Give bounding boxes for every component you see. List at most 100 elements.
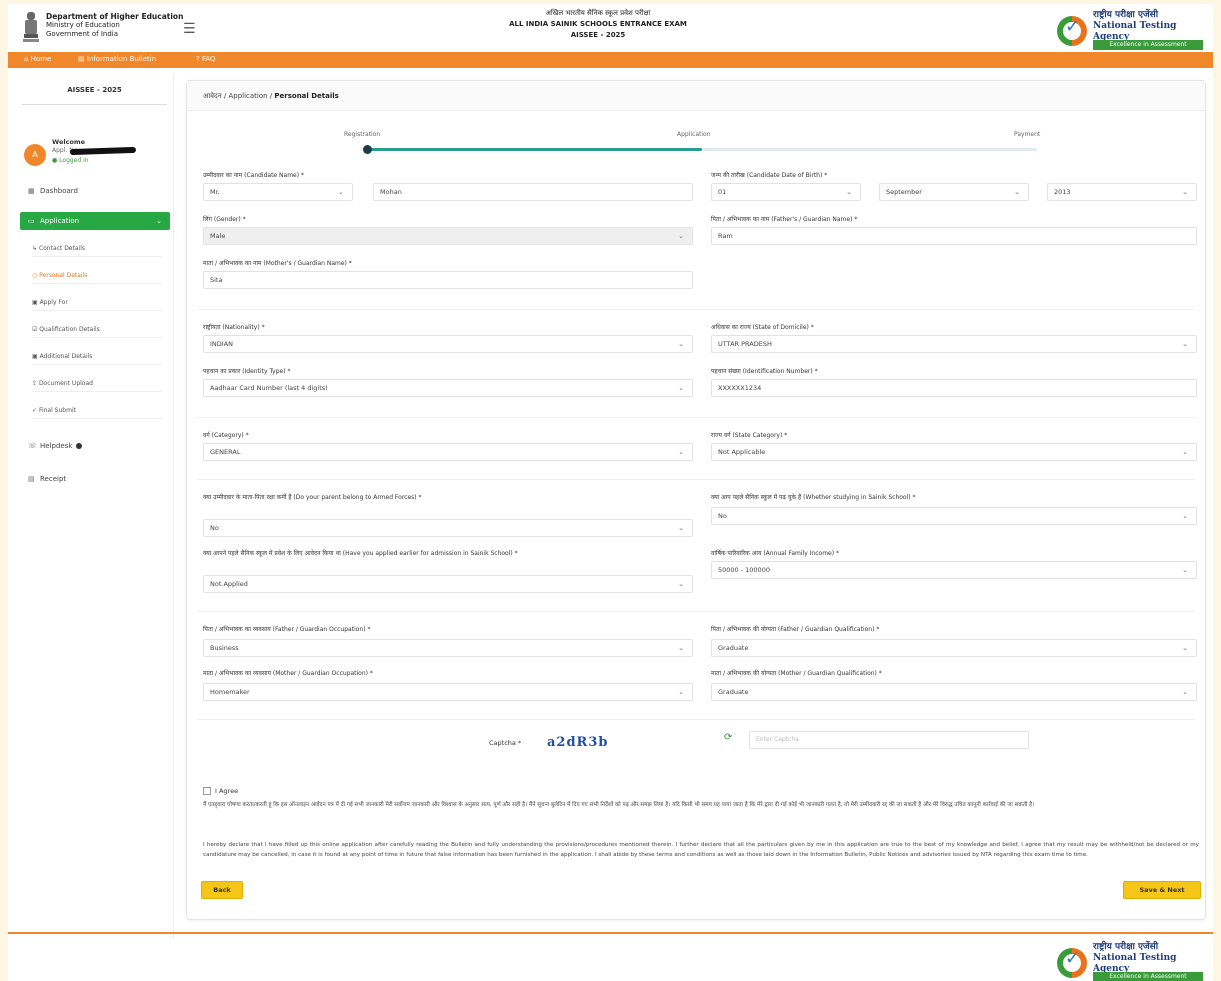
main-card: आवेदन / Application / Personal Details R…: [186, 80, 1206, 920]
back-button[interactable]: Back: [201, 881, 243, 899]
candidate-name-input[interactable]: Mohan: [373, 183, 693, 201]
sidebar: AISSEE - 2025 A Welcome Appl. No. ● Logg…: [14, 74, 174, 939]
page-frame: Department of Higher Education Ministry …: [8, 4, 1213, 981]
dob-month-select[interactable]: September ⌄: [879, 183, 1029, 201]
progress-stepper: Registration Application Payment: [344, 131, 1040, 161]
step-dot: [363, 145, 372, 154]
id-type-select[interactable]: Aadhaar Card Number (last 4 digits) ⌄: [203, 379, 693, 397]
candidate-name-label: उम्मीदवार का नाम (Candidate Name) *: [203, 172, 304, 179]
section-divider: [197, 611, 1195, 612]
gender-value: Male: [210, 232, 226, 240]
earlier-school-select[interactable]: No ⌄: [711, 507, 1197, 525]
sidebar-item-dashboard-label: Dashboard: [40, 187, 78, 195]
mother-qualification-value: Graduate: [718, 688, 749, 696]
father-name-input[interactable]: Ram: [711, 227, 1197, 245]
gender-select[interactable]: Male ⌄: [203, 227, 693, 245]
breadcrumb-prefix: आवेदन / Application /: [203, 92, 275, 100]
captcha-input[interactable]: Enter Captcha: [749, 731, 1029, 749]
dob-day-select[interactable]: 01 ⌄: [711, 183, 861, 201]
father-occupation-label: पिता / अभिभावक का व्यवसाय (Father / Guar…: [203, 626, 371, 633]
nav-info-bulletin[interactable]: ▤ Information Bulletin: [78, 55, 156, 63]
chevron-down-icon: ⌄: [1182, 448, 1188, 456]
nav-home-label: Home: [30, 55, 52, 63]
mother-occupation-select[interactable]: Homemaker ⌄: [203, 683, 693, 701]
chevron-down-icon: ⌄: [678, 524, 684, 532]
agree-checkbox-row[interactable]: I Agree: [203, 787, 238, 795]
salutation-select[interactable]: Mr. ⌄: [203, 183, 353, 201]
nationality-label: राष्ट्रीयता (Nationality) *: [203, 324, 265, 331]
user-name: Welcome: [52, 138, 86, 146]
state-category-select[interactable]: Not Applicable ⌄: [711, 443, 1197, 461]
domicile-value: UTTAR PRADESH: [718, 340, 772, 348]
nav-home[interactable]: ⌂ Home: [24, 55, 51, 63]
sidebar-item-dashboard[interactable]: ▦ Dashboard: [20, 182, 170, 200]
section-divider: [197, 479, 1195, 480]
user-status: ● Logged in: [52, 157, 89, 164]
sidebar-sub-additional[interactable]: ▣ Additional Details: [32, 350, 162, 365]
defence-select[interactable]: No ⌄: [203, 519, 693, 537]
breadcrumb-current: Personal Details: [274, 92, 339, 100]
sidebar-sub-apply[interactable]: ▣ Apply For: [32, 296, 162, 311]
chevron-down-icon: ⌄: [678, 448, 684, 456]
dob-month-value: September: [886, 188, 922, 196]
chevron-down-icon: ⌄: [1182, 644, 1188, 652]
sidebar-sub-final[interactable]: ✓ Final Submit: [32, 404, 162, 419]
admission-select[interactable]: Not Applied ⌄: [203, 575, 693, 593]
footer-nta-hindi: राष्ट्रीय परीक्षा एजेंसी: [1093, 942, 1159, 952]
category-select[interactable]: GENERAL ⌄: [203, 443, 693, 461]
footer-divider: [8, 932, 1213, 934]
state-category-label: राज्य वर्ग (State Category) *: [711, 432, 788, 439]
sidebar-item-application[interactable]: ▭ Application ⌄: [20, 212, 170, 230]
nta-logo: ✓ राष्ट्रीय परीक्षा एजेंसी National Test…: [1057, 8, 1207, 50]
ministry-line2: Ministry of Education: [46, 21, 120, 29]
sidebar-sub-personal[interactable]: ○ Personal Details: [32, 269, 162, 284]
id-number-input[interactable]: XXXXXX1234: [711, 379, 1197, 397]
save-next-button[interactable]: Save & Next: [1123, 881, 1201, 899]
mother-name-input[interactable]: Sita: [203, 271, 693, 289]
mother-qualification-select[interactable]: Graduate ⌄: [711, 683, 1197, 701]
dob-label: जन्म की तारीख (Candidate Date of Birth) …: [711, 172, 828, 179]
step-registration: Registration: [344, 131, 381, 138]
nav-bar: ⌂ Home ▤ Information Bulletin ? FAQ: [8, 52, 1213, 68]
sidebar-sub-upload-label: Document Upload: [38, 380, 93, 387]
user-status-label: Logged in: [59, 157, 89, 164]
gender-label: लिंग (Gender) *: [203, 216, 246, 223]
agree-checkbox[interactable]: [203, 787, 211, 795]
sidebar-sub-upload[interactable]: ⇪ Document Upload: [32, 377, 162, 392]
nta-check-icon: ✓: [1065, 16, 1081, 37]
sidebar-sub-qualification[interactable]: ☑ Qualification Details: [32, 323, 162, 338]
father-occupation-value: Business: [210, 644, 239, 652]
menu-toggle-icon[interactable]: ☰: [183, 21, 196, 37]
father-qualification-label: पिता / अभिभावक की योग्यता (Father / Guar…: [711, 626, 880, 633]
chevron-down-icon: ⌄: [678, 340, 684, 348]
nav-faq[interactable]: ? FAQ: [196, 55, 216, 63]
receipt-icon: ▤: [28, 475, 35, 483]
sidebar-item-helpdesk-label: Helpdesk: [40, 442, 73, 450]
top-header: Department of Higher Education Ministry …: [8, 4, 1213, 52]
mother-occupation-label: माता / अभिभावक का व्यवसाय (Mother / Guar…: [203, 670, 373, 677]
sidebar-item-application-label: Application: [40, 217, 80, 225]
refresh-icon[interactable]: ⟳: [724, 732, 732, 743]
father-occupation-select[interactable]: Business ⌄: [203, 639, 693, 657]
domicile-select[interactable]: UTTAR PRADESH ⌄: [711, 335, 1197, 353]
id-number-label: पहचान संख्या (Identification Number) *: [711, 368, 818, 375]
nta-hindi: राष्ट्रीय परीक्षा एजेंसी: [1093, 10, 1159, 20]
chevron-down-icon: ⌄: [1182, 688, 1188, 696]
sidebar-item-receipt[interactable]: ▤ Receipt: [20, 470, 170, 488]
section-divider: [197, 719, 1195, 720]
section-divider: [197, 417, 1195, 418]
sidebar-sub-contact[interactable]: ↳ Contact Details: [32, 242, 162, 257]
captcha-image: a2dR3b: [547, 735, 609, 750]
income-select[interactable]: 50000 - 100000 ⌄: [711, 561, 1197, 579]
breadcrumb: आवेदन / Application / Personal Details: [203, 92, 339, 101]
sidebar-item-helpdesk[interactable]: ☏ Helpdesk: [20, 437, 170, 455]
id-type-value: Aadhaar Card Number (last 4 digits): [210, 384, 328, 392]
nationality-value: INDIAN: [210, 340, 234, 348]
sidebar-sub-qualification-label: Qualification Details: [39, 326, 100, 333]
sidebar-item-receipt-label: Receipt: [40, 475, 67, 483]
salutation-value: Mr.: [210, 188, 220, 196]
father-qualification-select[interactable]: Graduate ⌄: [711, 639, 1197, 657]
nationality-select[interactable]: INDIAN ⌄: [203, 335, 693, 353]
dob-year-select[interactable]: 2013 ⌄: [1047, 183, 1197, 201]
exam-title: अखिल भारतीय सैनिक स्कूल प्रवेश परीक्षा A…: [428, 8, 768, 41]
